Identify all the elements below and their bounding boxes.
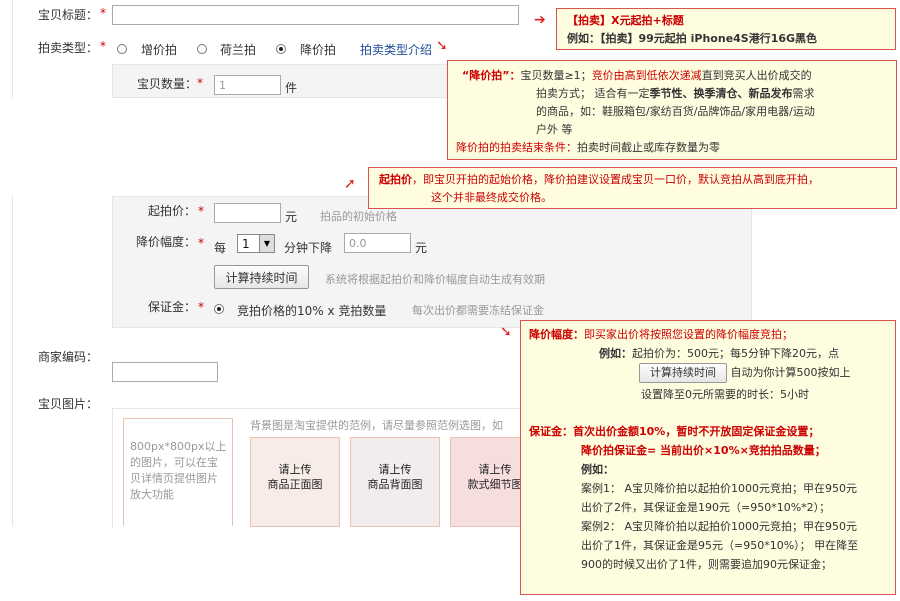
required-mark: * <box>198 236 204 250</box>
type-label: 拍卖类型： <box>38 41 99 55</box>
deposit-tip-formula: 降价拍保证金= 当前出价×10%×竞拍拍品数量； <box>581 444 826 457</box>
deposit-tip-ex: 例如： <box>581 463 614 476</box>
slot-line1: 请上传 <box>278 463 312 476</box>
tip-title-rest: X元起拍+标题 <box>611 14 684 27</box>
picture-bg-hint: 背景图是淘宝提供的范例，请尽量参照范例选图，如 <box>250 419 503 432</box>
radio-descending-label: 降价拍 <box>300 43 337 57</box>
qty-unit: 件 <box>285 81 298 95</box>
drop-tip-ex3: 设置降至0元所需要的时长：5小时 <box>641 388 809 401</box>
dutch-tip-head: “降价拍”： <box>462 69 521 82</box>
required-mark: * <box>100 6 106 20</box>
start-price-label: 起拍价： <box>148 204 197 218</box>
deposit-radio[interactable] <box>214 304 224 314</box>
drop-minutes-value: 1 <box>242 237 250 251</box>
start-price-hint: 拍品的初始价格 <box>320 210 397 223</box>
dutch-tip-l5b: 拍卖时间截止或库存数量为零 <box>577 141 720 154</box>
radio-holland-label: 荷兰拍 <box>220 43 257 57</box>
quantity-input[interactable] <box>214 75 281 95</box>
main-picture-hint: 800px*800px以上的图片，可以在宝贝详情页提供图片放大功能 <box>130 440 227 501</box>
deposit-option-label: 竞拍价格的10% x 竞拍数量 <box>237 304 387 318</box>
deposit-tip-head: 保证金： <box>529 425 573 438</box>
drop-tip-head-rest: 即买家出价将按照您设置的降价幅度竞拍； <box>584 328 793 341</box>
slot-line2: 商品正面图 <box>267 478 323 491</box>
start-tip-l2: 这个并非最终成交价格。 <box>431 191 552 204</box>
calc-duration-button[interactable]: 计算持续时间 <box>214 265 309 289</box>
radio-ascending[interactable] <box>117 44 127 54</box>
title-input[interactable] <box>112 5 519 25</box>
dutch-tip-l3: 的商品，如：鞋服箱包/家纺百货/品牌饰品/家用电器/运动 <box>536 105 815 118</box>
required-mark: * <box>198 300 204 314</box>
drop-amount-input[interactable] <box>344 233 411 253</box>
chevron-down-icon[interactable]: ▼ <box>259 235 274 252</box>
pictures-label: 宝贝图片： <box>38 397 99 411</box>
deposit-tip-rest: 首次出价金额10%，暂时不开放固定保证金设置； <box>573 425 820 438</box>
deposit-case1a: 案例1： A宝贝降价拍以起拍价1000元竞拍；甲在950元 <box>581 482 858 495</box>
tip-title-example: 例如：【拍卖】99元起拍 iPhone4S港行16G黑色 <box>567 32 818 45</box>
arrow-icon: ➔ <box>534 12 546 28</box>
start-tip-l1: ，即宝贝开拍的起始价格，降价拍建议设置成宝贝一口价，默认竞拍从高到底开拍， <box>412 173 819 186</box>
arrow-icon: ➘ <box>436 38 448 54</box>
deposit-label: 保证金： <box>148 300 197 314</box>
title-tip: 【拍卖】X元起拍+标题 例如：【拍卖】99元起拍 iPhone4S港行16G黑色 <box>556 8 896 50</box>
calc-hint: 系统将根据起拍价和降价幅度自动生成有效期 <box>325 273 545 286</box>
radio-ascending-label: 增价拍 <box>141 43 178 57</box>
merchant-code-input[interactable] <box>112 362 218 382</box>
dutch-tip-l2c: 需求 <box>792 87 815 100</box>
required-mark: * <box>100 39 106 53</box>
title-label: 宝贝标题： <box>38 8 99 22</box>
deposit-case1b: 出价了2件，其保证金是190元（=950*10%*2）； <box>581 501 831 514</box>
dutch-tip-l2a: 拍卖方式； 适合有一定 <box>536 87 650 100</box>
dutch-tip-l1a: 宝贝数量≥1； <box>520 69 592 82</box>
tip-calc-button: 计算持续时间 <box>639 363 727 383</box>
picture-slot-front[interactable]: 请上传 商品正面图 <box>250 437 340 527</box>
dutch-tip-l2b: 季节性、换季清仓、新品发布 <box>649 87 793 100</box>
deposit-hint: 每次出价都需要冻结保证金 <box>412 304 544 317</box>
deposit-case2a: 案例2： A宝贝降价拍以起拍价1000元竞拍；甲在950元 <box>581 520 858 533</box>
qty-label: 宝贝数量： <box>137 77 198 91</box>
drop-unit: 元 <box>415 241 428 255</box>
dutch-auction-tip: “降价拍”：宝贝数量≥1；竞价由高到低依次递减直到竞买人出价成交的 拍卖方式； … <box>447 60 897 160</box>
tip-title-red: 【拍卖】 <box>567 14 611 27</box>
dutch-tip-l1b: 竞价由高到低依次递减 <box>591 69 702 82</box>
drop-tip-ex2: 自动为你计算500按如上 <box>730 366 851 379</box>
start-price-unit: 元 <box>285 210 298 224</box>
drop-mid-text: 分钟下降 <box>284 241 333 255</box>
required-mark: * <box>198 204 204 218</box>
arrow-icon: ➘ <box>500 324 512 340</box>
arrow-icon: ➚ <box>344 176 356 192</box>
slot-line1: 请上传 <box>378 463 412 476</box>
slot-line2: 商品背面图 <box>367 478 423 491</box>
main-picture-slot[interactable]: 800px*800px以上的图片，可以在宝贝详情页提供图片放大功能 <box>123 418 233 526</box>
left-guide-line <box>12 0 13 98</box>
drop-every-text: 每 <box>214 241 227 255</box>
dutch-tip-l5a: 降价拍的拍卖结束条件： <box>456 141 577 154</box>
start-price-input[interactable] <box>214 203 281 223</box>
drop-label: 降价幅度： <box>136 235 197 249</box>
dutch-tip-l4: 户外 等 <box>536 123 573 136</box>
required-mark: * <box>197 76 203 90</box>
left-guide-line-lower <box>12 196 13 526</box>
drop-tip-head: 降价幅度： <box>529 328 584 341</box>
drop-deposit-tip: 降价幅度：即买家出价将按照您设置的降价幅度竞拍； 例如：起拍价为：500元；每5… <box>520 320 896 595</box>
picture-slot-back[interactable]: 请上传 商品背面图 <box>350 437 440 527</box>
deposit-case2b: 出价了1件，其保证金是95元（=950*10%）； 甲在降至 <box>581 539 859 552</box>
merchant-code-label: 商家编码： <box>38 350 99 364</box>
radio-descending[interactable] <box>276 44 286 54</box>
drop-tip-ex1: 起拍价为：500元；每5分钟下降20元，点 <box>632 347 839 360</box>
deposit-case2c: 900的时候又出价了1件，则需要追加90元保证金； <box>581 558 832 571</box>
drop-minutes-select[interactable]: 1 ▼ <box>237 234 275 253</box>
type-intro-link[interactable]: 拍卖类型介绍 <box>360 41 432 58</box>
radio-dutch-holland[interactable] <box>197 44 207 54</box>
start-price-tip: 起拍价，即宝贝开拍的起始价格，降价拍建议设置成宝贝一口价，默认竞拍从高到底开拍，… <box>368 167 897 209</box>
start-tip-head: 起拍价 <box>379 173 412 186</box>
dutch-tip-l1c: 直到竞买人出价成交的 <box>701 69 812 82</box>
drop-tip-ex-label: 例如： <box>599 347 632 360</box>
